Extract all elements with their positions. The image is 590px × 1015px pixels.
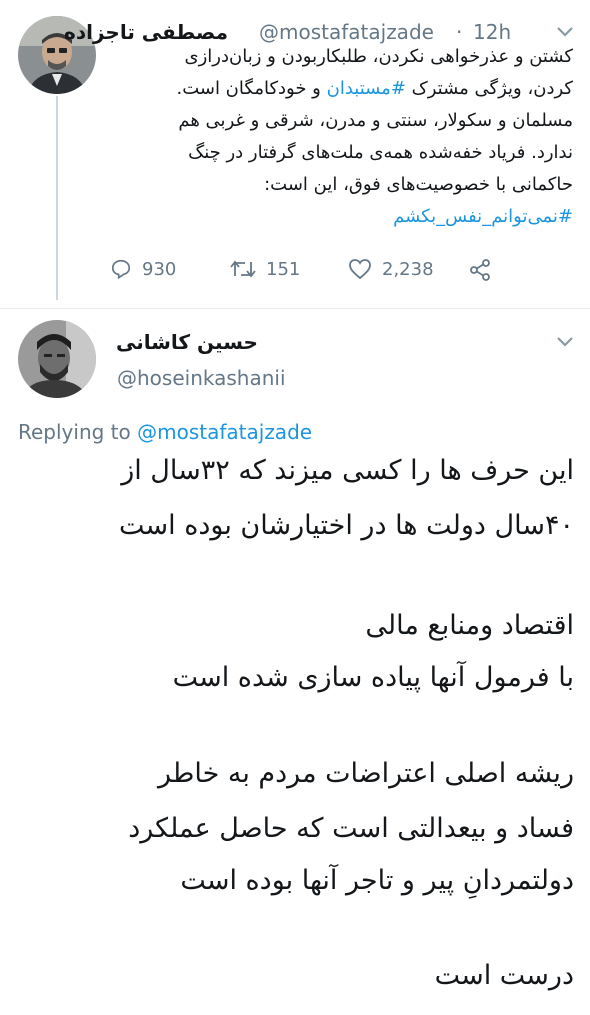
- thread-connector-line: [56, 96, 58, 300]
- chevron-down-icon[interactable]: [556, 336, 574, 348]
- tweet2-line: ریشه اصلی اعتراضات مردم به خاطر: [157, 758, 574, 789]
- tweet1-actions: 930 151 2,238: [110, 258, 510, 288]
- share-button[interactable]: [468, 258, 492, 282]
- replying-prefix: Replying to: [18, 420, 131, 444]
- avatar-photo: [18, 320, 96, 398]
- tweet1-text: کشتن و عذرخواهی نکردن، طلبکاربودن و زبان…: [110, 46, 573, 246]
- tweet2-line: این حرف ها را کسی میزند که ۳۲سال از: [121, 455, 574, 486]
- tweet1-line: کردن، ویژگی مشترک #مستبدان و خودکامگان ا…: [176, 78, 573, 99]
- reply-count: 930: [142, 258, 177, 280]
- tweet1-separator: ·: [456, 20, 463, 44]
- tweet1-line: حاکمانی با خصوصیت‌های فوق، این است:: [264, 174, 573, 195]
- chevron-down-icon[interactable]: [556, 26, 574, 38]
- like-count: 2,238: [382, 258, 434, 280]
- hashtag-mostabedan[interactable]: #مستبدان: [327, 78, 406, 99]
- tweet2-author-name[interactable]: حسین کاشانی: [116, 330, 258, 354]
- reply-button[interactable]: 930: [110, 258, 176, 280]
- avatar-tweet2[interactable]: [18, 320, 96, 398]
- retweet-icon: [230, 260, 256, 278]
- tweet1-line: ندارد. فریاد خفه‌شده همه‌ی ملت‌های گرفتا…: [188, 142, 573, 163]
- tweet1-line: مسلمان و سکولار، سنتی و مدرن، شرقی و غرب…: [178, 110, 573, 131]
- tweet2-line: ۴۰سال دولت ها در اختیارشان بوده است: [118, 510, 574, 541]
- tweet1-line-part: و خودکامگان است.: [176, 78, 327, 99]
- reply-icon: [111, 259, 131, 280]
- share-icon: [470, 259, 490, 281]
- tweet1-line: کشتن و عذرخواهی نکردن، طلبکاربودن و زبان…: [184, 46, 573, 67]
- tweet1-line-part: کردن، ویژگی مشترک: [405, 78, 573, 99]
- tweet2-text: این حرف ها را کسی میزند که ۳۲سال از ۴۰سا…: [18, 455, 574, 1010]
- tweet2-line: درست است: [434, 960, 574, 991]
- tweet1-header: مصطفی تاجزاده @mostafatajzade · 12h: [64, 20, 558, 48]
- tweet-divider: [0, 308, 590, 309]
- like-icon: [349, 259, 371, 280]
- tweet1-handle[interactable]: @mostafatajzade: [259, 20, 434, 44]
- tweet2-line: با فرمول آنها پیاده سازی شده است: [172, 662, 574, 693]
- retweet-count: 151: [266, 258, 301, 280]
- tweet1-author-name[interactable]: مصطفی تاجزاده: [64, 20, 228, 44]
- retweet-button[interactable]: 151: [230, 258, 300, 280]
- tweet1-time[interactable]: 12h: [473, 20, 511, 44]
- tweet2-handle[interactable]: @hoseinkashanii: [117, 366, 286, 390]
- replying-handle[interactable]: @mostafatajzade: [137, 420, 312, 444]
- tweet2-line: دولتمردانِ پیر و تاجر آنها بوده است: [180, 865, 574, 896]
- tweet2-line: فساد و بیعدالتی است که حاصل عملکرد: [128, 813, 574, 844]
- tweet2-line: اقتصاد ومنابع مالی: [365, 610, 574, 641]
- replying-to: Replying to @mostafatajzade: [18, 420, 312, 444]
- hashtag-nemitavanam[interactable]: #نمی‌توانم_نفس_بکشم: [393, 206, 573, 227]
- like-button[interactable]: 2,238: [348, 258, 434, 280]
